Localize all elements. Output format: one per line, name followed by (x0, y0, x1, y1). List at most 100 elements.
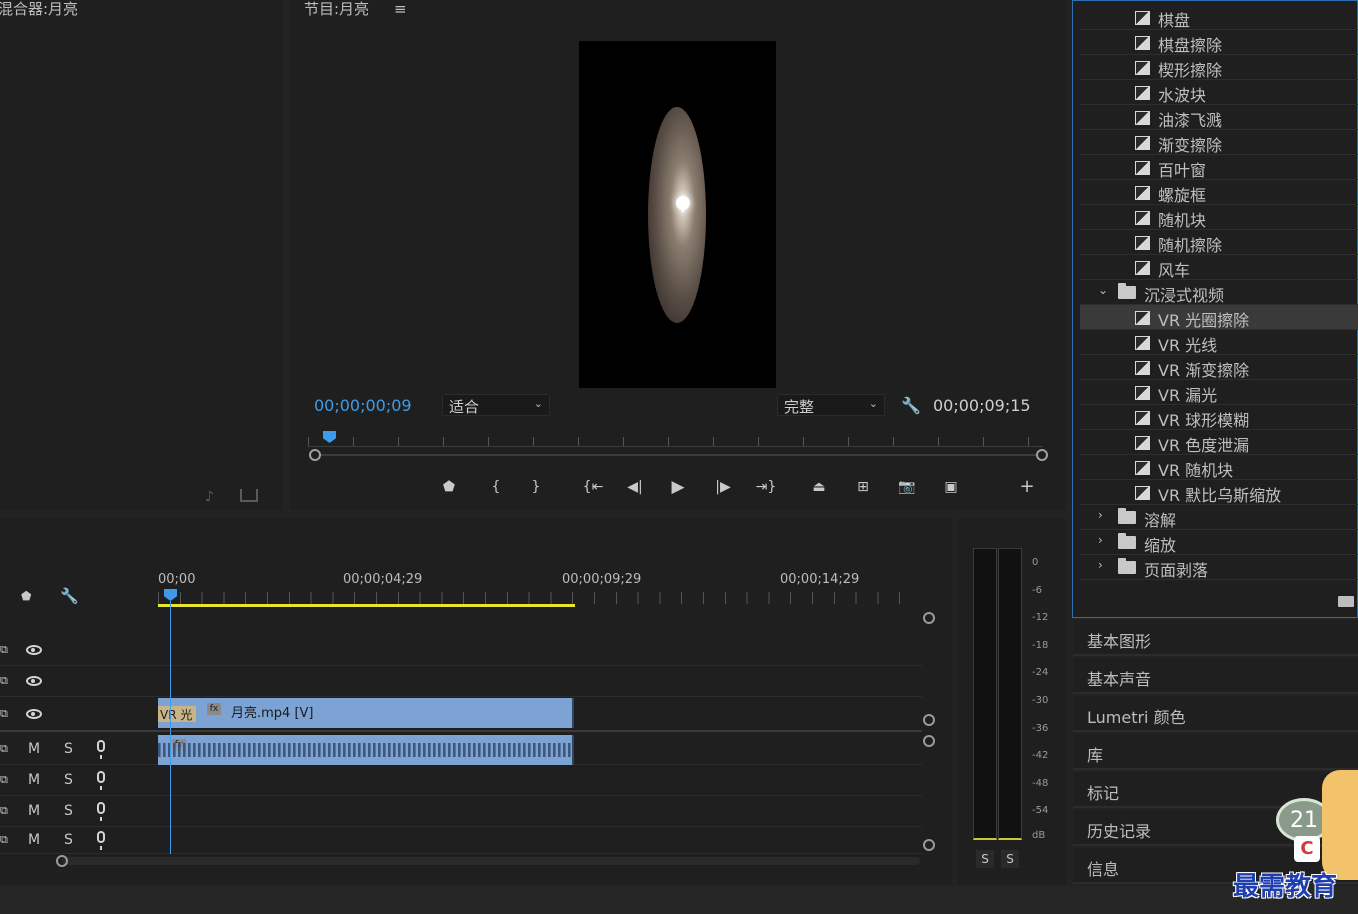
export-audio-icon[interactable]: ♪ (205, 489, 214, 505)
transition-label[interactable]: VR 光 (158, 706, 196, 722)
scroll-handle[interactable] (923, 714, 935, 726)
mute-button[interactable]: M (28, 772, 40, 788)
effect-item[interactable]: VR 随机块 (1080, 455, 1358, 480)
mini-ruler[interactable] (308, 437, 1043, 447)
quality-select[interactable]: 完整 ⌄ (777, 394, 885, 416)
work-area-bar[interactable] (158, 604, 575, 607)
video-clip[interactable]: VR 光 fx 月亮.mp4 [V] (158, 698, 574, 728)
scrub-start-handle[interactable] (309, 449, 321, 461)
current-timecode[interactable]: 00;00;00;09 (314, 396, 412, 415)
microphone-icon[interactable] (97, 740, 105, 759)
effect-item[interactable]: 棋盘 (1080, 5, 1358, 30)
hamburger-icon[interactable]: ≡ (394, 0, 407, 18)
mute-button[interactable]: M (28, 803, 40, 819)
marker-icon[interactable]: ⬟ (437, 476, 461, 498)
solo-button[interactable]: S (64, 832, 73, 848)
extract-icon[interactable]: ⊞ (851, 476, 875, 498)
new-bin-icon[interactable] (1338, 596, 1354, 607)
microphone-icon[interactable] (97, 771, 105, 790)
audio-mixer-title[interactable]: 混合器:月亮 (0, 0, 78, 19)
solo-button[interactable]: S (64, 772, 73, 788)
step-back-icon[interactable]: ◀| (623, 476, 647, 498)
wrench-icon[interactable]: 🔧 (901, 396, 921, 415)
play-icon[interactable]: ▶ (666, 476, 690, 498)
go-to-in-icon[interactable]: {⇤ (581, 476, 605, 498)
zoom-select[interactable]: 适合 ⌄ (442, 394, 550, 416)
effect-item[interactable]: VR 球形模糊 (1080, 405, 1358, 430)
effect-item[interactable]: VR 漏光 (1080, 380, 1358, 405)
effect-item[interactable]: 随机擦除 (1080, 230, 1358, 255)
horizontal-scrollbar[interactable] (62, 857, 920, 865)
fx-icon[interactable]: fx (207, 703, 221, 715)
microphone-icon[interactable] (97, 802, 105, 821)
camera-icon[interactable]: 📷 (895, 476, 919, 498)
sync-lock-icon[interactable]: ⧉ (0, 643, 8, 657)
panel-essential-sound[interactable]: 基本声音 (1073, 658, 1358, 694)
timeline-ruler[interactable] (158, 592, 920, 604)
microphone-icon[interactable] (97, 831, 105, 850)
effect-item[interactable]: 风车 (1080, 255, 1358, 280)
effect-item[interactable]: 水波块 (1080, 80, 1358, 105)
effect-folder[interactable]: › 页面剥落 (1080, 555, 1358, 580)
effect-item[interactable]: 随机块 (1080, 205, 1358, 230)
audio-clip[interactable]: fx (158, 735, 574, 765)
chevron-right-icon[interactable]: › (1098, 533, 1103, 547)
moon (676, 196, 690, 210)
solo-button[interactable]: S (64, 741, 73, 757)
scroll-handle[interactable] (923, 612, 935, 624)
track-a2: ⧉ M S (0, 765, 922, 796)
effect-item[interactable]: 渐变擦除 (1080, 130, 1358, 155)
sync-lock-icon[interactable]: ⧉ (0, 742, 8, 756)
program-monitor-title[interactable]: 节目:月亮 (304, 0, 369, 19)
effect-item[interactable]: 百叶窗 (1080, 155, 1358, 180)
timeline-settings-icon[interactable]: 🔧 (60, 587, 79, 605)
effect-item[interactable]: 棋盘擦除 (1080, 30, 1358, 55)
panel-libraries[interactable]: 库 (1073, 734, 1358, 770)
chevron-down-icon[interactable]: ⌄ (1098, 283, 1108, 297)
panel-lumetri-color[interactable]: Lumetri 颜色 (1073, 696, 1358, 732)
sync-lock-icon[interactable]: ⧉ (0, 804, 8, 818)
mark-out-icon[interactable]: } (524, 476, 548, 498)
effect-item[interactable]: 楔形擦除 (1080, 55, 1358, 80)
solo-button[interactable]: S (64, 803, 73, 819)
compare-icon[interactable]: ▣ (939, 476, 963, 498)
mute-button[interactable]: M (28, 832, 40, 848)
effect-folder[interactable]: › 缩放 (1080, 530, 1358, 555)
scroll-handle[interactable] (56, 855, 68, 867)
scrub-bar[interactable] (314, 454, 1042, 456)
effect-label: VR 光圈擦除 (1158, 311, 1250, 330)
effect-item[interactable]: VR 渐变擦除 (1080, 355, 1358, 380)
effect-folder[interactable]: › 溶解 (1080, 505, 1358, 530)
scrub-end-handle[interactable] (1036, 449, 1048, 461)
effect-item[interactable]: VR 默比乌斯缩放 (1080, 480, 1358, 505)
transition-icon (1135, 411, 1150, 425)
add-icon[interactable]: + (1015, 476, 1039, 498)
meter-solo-left[interactable]: S (976, 850, 994, 868)
effect-item[interactable]: 油漆飞溅 (1080, 105, 1358, 130)
lift-icon[interactable]: ⏏ (807, 476, 831, 498)
sync-lock-icon[interactable]: ⧉ (0, 707, 8, 721)
effect-item[interactable]: VR 光圈擦除 (1080, 305, 1358, 330)
eye-icon[interactable] (26, 645, 42, 655)
effect-item[interactable]: VR 光线 (1080, 330, 1358, 355)
effect-item[interactable]: VR 色度泄漏 (1080, 430, 1358, 455)
go-to-out-icon[interactable]: ⇥} (754, 476, 778, 498)
panel-essential-graphics[interactable]: 基本图形 (1073, 620, 1358, 656)
add-marker-icon[interactable]: ⬟ (21, 589, 31, 603)
chevron-right-icon[interactable]: › (1098, 508, 1103, 522)
mark-in-icon[interactable]: { (484, 476, 508, 498)
step-forward-icon[interactable]: |▶ (711, 476, 735, 498)
sync-lock-icon[interactable]: ⧉ (0, 674, 8, 688)
share-icon[interactable] (240, 489, 258, 502)
scroll-handle[interactable] (923, 839, 935, 851)
effect-item[interactable]: 螺旋框 (1080, 180, 1358, 205)
sync-lock-icon[interactable]: ⧉ (0, 773, 8, 787)
meter-solo-right[interactable]: S (1001, 850, 1019, 868)
eye-icon[interactable] (26, 709, 42, 719)
mute-button[interactable]: M (28, 741, 40, 757)
scroll-handle[interactable] (923, 735, 935, 747)
sync-lock-icon[interactable]: ⧉ (0, 833, 8, 847)
chevron-right-icon[interactable]: › (1098, 558, 1103, 572)
eye-icon[interactable] (26, 676, 42, 686)
effect-folder[interactable]: ⌄ 沉浸式视频 (1080, 280, 1358, 305)
